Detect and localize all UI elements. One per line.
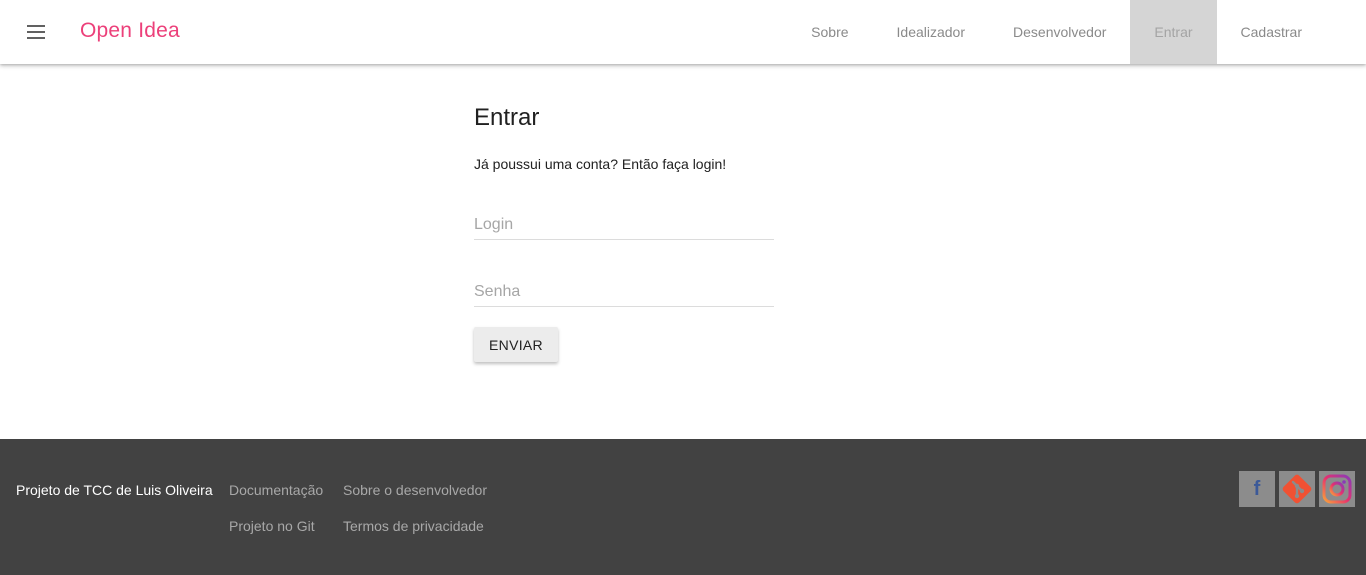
- footer-link-projeto-git[interactable]: Projeto no Git: [229, 518, 315, 534]
- nav-item-cadastrar[interactable]: Cadastrar: [1217, 0, 1366, 64]
- footer-link-sobre-desenvolvedor[interactable]: Sobre o desenvolvedor: [343, 482, 487, 498]
- instagram-icon[interactable]: [1319, 471, 1355, 507]
- login-input[interactable]: [474, 210, 774, 240]
- footer-link-documentacao[interactable]: Documentação: [229, 482, 323, 498]
- nav-item-idealizador[interactable]: Idealizador: [873, 0, 990, 64]
- top-app-bar: Open Idea Sobre Idealizador Desenvolvedo…: [0, 0, 1366, 64]
- nav-item-sobre[interactable]: Sobre: [787, 0, 872, 64]
- menu-icon[interactable]: [20, 16, 52, 48]
- nav-item-desenvolvedor[interactable]: Desenvolvedor: [989, 0, 1130, 64]
- password-input[interactable]: [474, 277, 774, 307]
- main-nav: Sobre Idealizador Desenvolvedor Entrar C…: [787, 0, 1366, 64]
- page-footer: Projeto de TCC de Luis Oliveira Document…: [0, 439, 1366, 575]
- footer-link-termos-privacidade[interactable]: Termos de privacidade: [343, 518, 484, 534]
- git-icon[interactable]: [1279, 471, 1315, 507]
- submit-button[interactable]: ENVIAR: [474, 327, 558, 362]
- page-title: Entrar: [474, 104, 540, 131]
- login-subtitle: Já poussui uma conta? Então faça login!: [474, 156, 727, 172]
- facebook-icon[interactable]: f: [1239, 471, 1275, 507]
- brand-logo[interactable]: Open Idea: [80, 19, 180, 43]
- nav-item-entrar[interactable]: Entrar: [1130, 0, 1217, 64]
- footer-credit: Projeto de TCC de Luis Oliveira: [16, 482, 213, 498]
